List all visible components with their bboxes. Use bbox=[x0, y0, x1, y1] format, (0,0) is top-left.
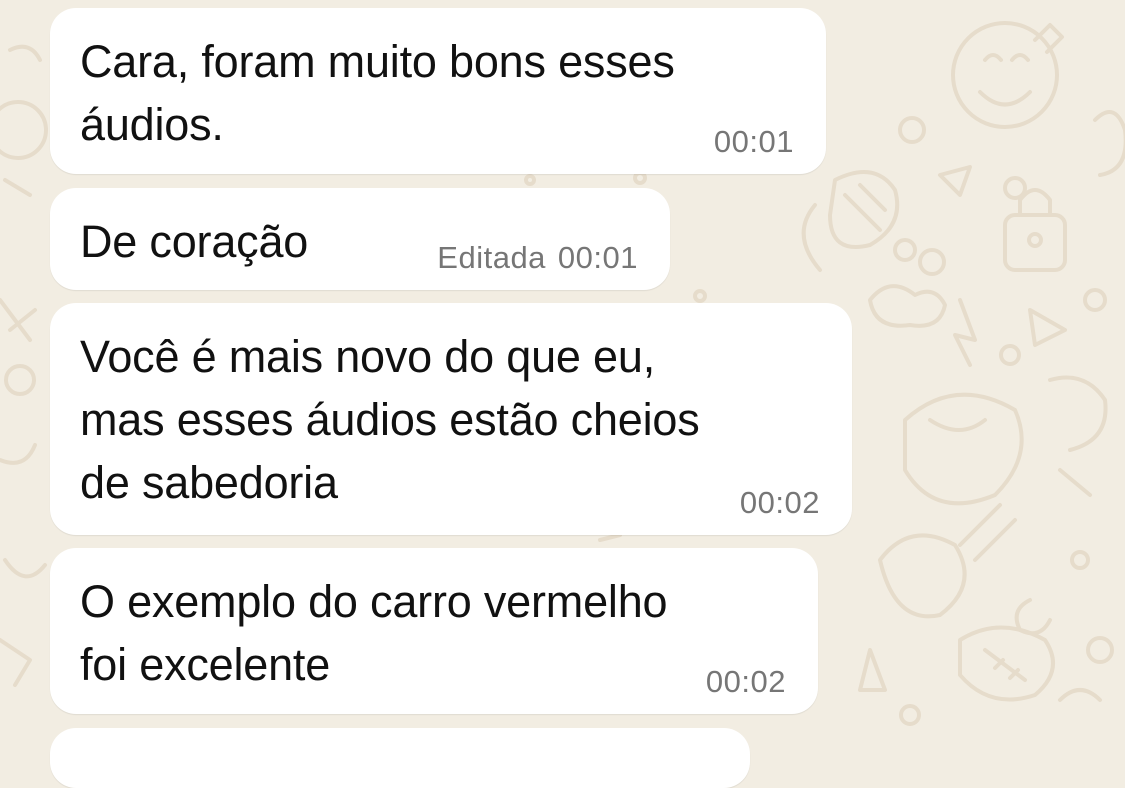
message-text: De coração bbox=[80, 216, 309, 267]
message-timestamp: 00:01 bbox=[713, 124, 794, 159]
message-meta: 00:02 bbox=[740, 485, 820, 521]
edited-label: Editada bbox=[437, 240, 546, 275]
message-bubble-partial[interactable] bbox=[50, 728, 750, 788]
message-timestamp: 00:02 bbox=[705, 664, 786, 699]
message-text: Você é mais novo do que eu, mas esses áu… bbox=[80, 331, 700, 508]
message-timestamp: 00:02 bbox=[739, 485, 820, 520]
message-meta: Editada 00:01 bbox=[437, 240, 638, 276]
message-bubble[interactable]: De coração Editada 00:01 bbox=[50, 188, 670, 290]
message-meta: 00:02 bbox=[706, 664, 786, 700]
message-meta: 00:01 bbox=[714, 124, 794, 160]
message-bubble[interactable]: Você é mais novo do que eu, mas esses áu… bbox=[50, 303, 852, 535]
message-text: Cara, foram muito bons esses áudios. bbox=[80, 36, 675, 150]
message-bubble[interactable]: O exemplo do carro vermelho foi excelent… bbox=[50, 548, 818, 714]
message-timestamp: 00:01 bbox=[557, 240, 638, 275]
message-text: O exemplo do carro vermelho foi excelent… bbox=[80, 576, 668, 690]
message-bubble[interactable]: Cara, foram muito bons esses áudios. 00:… bbox=[50, 8, 826, 174]
